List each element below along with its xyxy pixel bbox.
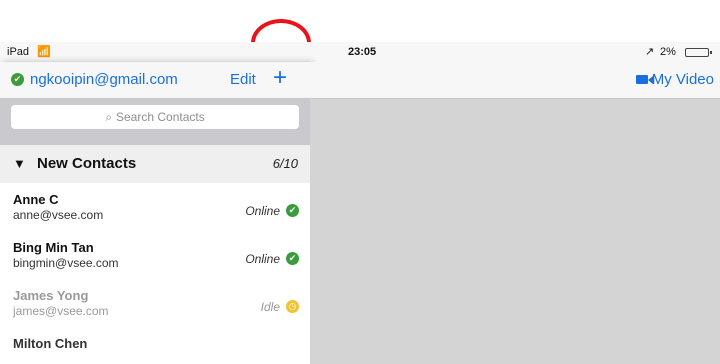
video-pane: My Video: [310, 62, 720, 364]
location-icon: ↗: [645, 46, 655, 58]
battery-icon: [685, 48, 712, 57]
contact-row[interactable]: Anne C anne@vsee.com Online ✔: [0, 183, 310, 231]
contact-status: Online: [245, 204, 280, 218]
contact-status: Idle: [260, 300, 280, 314]
contact-name: Bing Min Tan: [13, 240, 94, 255]
section-title: New Contacts: [37, 155, 137, 172]
contact-email: bingmin@vsee.com: [13, 256, 119, 270]
contact-name: Milton Chen: [13, 336, 88, 351]
battery-percentage: 2%: [660, 46, 676, 58]
video-camera-icon: [635, 75, 653, 84]
contacts-nav-bar: ✔ ngkooipin@gmail.com Edit +: [0, 62, 310, 99]
triangle-down-icon[interactable]: ▼: [13, 156, 26, 171]
edit-button[interactable]: Edit: [230, 71, 256, 88]
my-video-button[interactable]: My Video: [635, 71, 714, 88]
check-circle-icon: ✔: [286, 252, 299, 265]
my-video-label: My Video: [651, 71, 714, 88]
clock-time: 23:05: [348, 46, 377, 58]
section-count: 6/10: [272, 156, 298, 171]
contact-row[interactable]: Milton Chen: [0, 327, 310, 364]
check-circle-icon: ✔: [286, 204, 299, 217]
search-placeholder: Search Contacts: [116, 110, 205, 124]
contact-name: Anne C: [13, 192, 59, 207]
contact-row[interactable]: James Yong james@vsee.com Idle ◷: [0, 279, 310, 327]
video-nav-bar: My Video: [310, 62, 720, 99]
contact-email: anne@vsee.com: [13, 208, 104, 222]
status-bar: iPad 📶 23:05 ↗ 2%: [0, 42, 720, 62]
clock-icon: ◷: [286, 300, 299, 313]
device-label: iPad: [7, 46, 30, 58]
contact-email: james@vsee.com: [13, 304, 109, 318]
check-circle-icon[interactable]: ✔: [11, 73, 24, 86]
contacts-panel: ✔ ngkooipin@gmail.com Edit + ⌕ Search Con…: [0, 62, 310, 364]
plus-icon[interactable]: +: [273, 65, 287, 91]
search-icon: ⌕: [105, 110, 112, 124]
top-margin: [0, 0, 720, 42]
contact-name: James Yong: [13, 288, 89, 303]
search-bar-container: ⌕ Search Contacts: [0, 99, 310, 145]
search-input[interactable]: ⌕ Search Contacts: [11, 105, 299, 129]
wifi-icon: 📶: [37, 46, 51, 58]
contact-row[interactable]: Bing Min Tan bingmin@vsee.com Online ✔: [0, 231, 310, 279]
contact-status: Online: [245, 252, 280, 266]
account-email[interactable]: ngkooipin@gmail.com: [30, 71, 178, 88]
section-header-new-contacts[interactable]: ▼ New Contacts 6/10: [0, 145, 310, 183]
